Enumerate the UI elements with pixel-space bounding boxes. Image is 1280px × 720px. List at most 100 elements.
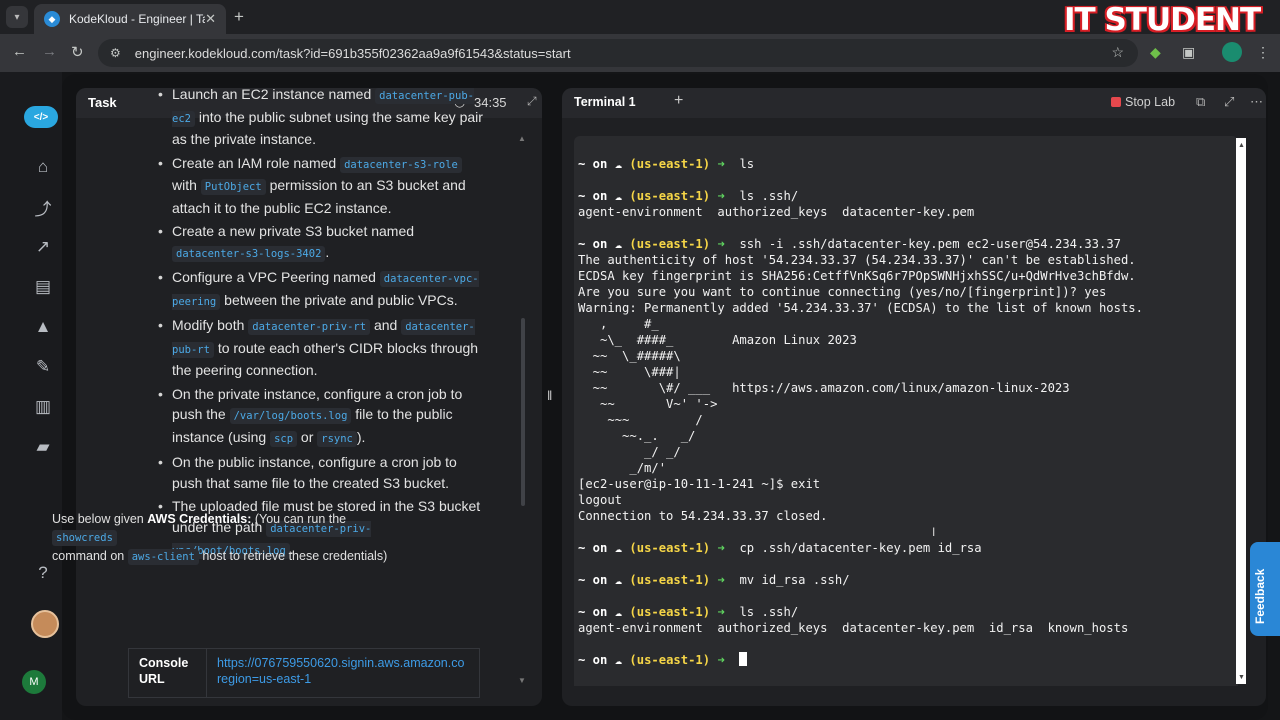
terminal-line: , #_ bbox=[578, 317, 659, 331]
task-text: with bbox=[172, 177, 201, 193]
extension-icon[interactable]: ◆ bbox=[1150, 44, 1161, 61]
user-initial-avatar[interactable]: M bbox=[22, 670, 46, 694]
tab-search-icon[interactable]: ▾ bbox=[6, 6, 28, 28]
terminal-line: logout bbox=[578, 493, 623, 507]
add-terminal-icon[interactable]: + bbox=[674, 92, 683, 110]
user-avatar[interactable] bbox=[31, 610, 59, 638]
prompt-region: (us-east-1) bbox=[629, 157, 711, 171]
extensions-puzzle-icon[interactable]: ▣ bbox=[1182, 44, 1195, 61]
terminal-screen[interactable]: ~ on ☁ (us-east-1) ➜ ls ~ on ☁ (us-east-1… bbox=[574, 136, 1238, 686]
terminal-scroll-down-icon[interactable]: ▼ bbox=[1238, 674, 1245, 681]
task-scroll-down-icon[interactable]: ▼ bbox=[518, 676, 526, 685]
terminal-scroll-up-icon[interactable]: ▲ bbox=[1238, 142, 1245, 149]
task-text: into the public subnet using the same ke… bbox=[172, 108, 483, 148]
notes-icon[interactable]: ✎ bbox=[30, 356, 56, 378]
task-item: Create a new private S3 bucket named dat… bbox=[128, 221, 488, 264]
browser-tab[interactable]: ◆ KodeKloud - Engineer | Task ✕ bbox=[34, 4, 226, 34]
terminal-line: ~~ V~' '-> bbox=[578, 397, 718, 411]
prompt-arrow-icon: ➜ bbox=[710, 605, 740, 619]
browser-menu-icon[interactable]: ⋮ bbox=[1256, 44, 1270, 61]
prompt-on: on bbox=[585, 573, 615, 587]
inline-code: rsync bbox=[317, 430, 357, 447]
terminal-command: ls bbox=[739, 157, 755, 171]
terminal-line: _/m/' bbox=[578, 461, 667, 475]
path-icon[interactable]: ⤴ bbox=[30, 196, 56, 219]
leaderboard-icon[interactable]: ▲ bbox=[30, 316, 56, 338]
more-options-icon[interactable]: ⋯ bbox=[1250, 94, 1263, 110]
home-icon[interactable]: ⌂ bbox=[30, 156, 56, 178]
bookmark-star-icon[interactable]: ☆ bbox=[1111, 44, 1124, 61]
inline-code: scp bbox=[270, 430, 298, 447]
terminal-output: ~ on ☁ (us-east-1) ➜ ls ~ on ☁ (us-east-1… bbox=[578, 156, 1143, 668]
browser-tabbar: ▾ ◆ KodeKloud - Engineer | Task ✕ + IT S… bbox=[0, 0, 1280, 38]
cloud-icon: ☁ bbox=[614, 541, 630, 555]
terminal-prompt-line: ~ on ☁ (us-east-1) ➜ ls bbox=[578, 156, 1143, 172]
task-scrollbar[interactable] bbox=[521, 318, 525, 506]
terminal-command: ls .ssh/ bbox=[739, 605, 799, 619]
terminal-line: ECDSA key fingerprint is SHA256:CetffVnK… bbox=[578, 269, 1136, 283]
prompt-arrow-icon: ➜ bbox=[710, 573, 740, 587]
prompt-on: on bbox=[585, 541, 615, 555]
task-scroll-up-icon[interactable]: ▲ bbox=[518, 134, 526, 143]
watermark-logo: IT STUDENT bbox=[1064, 2, 1261, 38]
terminal-scrollbar[interactable] bbox=[1236, 138, 1246, 684]
kodekloud-favicon-icon: ◆ bbox=[44, 11, 60, 27]
profile-avatar[interactable] bbox=[1222, 42, 1242, 62]
new-window-icon[interactable]: ⧉ bbox=[1196, 94, 1205, 110]
inline-code: datacenter-priv-rt bbox=[248, 319, 371, 335]
terminal-command: ssh -i .ssh/datacenter-key.pem ec2-user@… bbox=[739, 237, 1122, 251]
task-item: Configure a VPC Peering named datacenter… bbox=[128, 267, 488, 312]
reload-icon[interactable]: ↻ bbox=[71, 43, 84, 61]
task-text: and bbox=[370, 317, 402, 333]
forward-arrow-icon[interactable]: → bbox=[42, 43, 57, 60]
terminal-prompt-line: ~ on ☁ (us-east-1) ➜ ls .ssh/ bbox=[578, 604, 1143, 620]
terminal-cursor bbox=[739, 652, 748, 666]
task-text: On the public instance, configure a cron… bbox=[172, 454, 457, 491]
docs-book-icon[interactable]: ▥ bbox=[30, 396, 56, 418]
prompt-on: on bbox=[585, 157, 615, 171]
console-url-line2[interactable]: region=us-east-1 bbox=[217, 671, 464, 687]
terminal-line: ~~ \_#####\ bbox=[578, 349, 681, 363]
task-text: Launch an EC2 instance named bbox=[172, 88, 376, 102]
stop-lab-button[interactable]: Stop Lab bbox=[1125, 95, 1175, 109]
task-tab-title[interactable]: Task bbox=[88, 95, 117, 110]
prompt-region: (us-east-1) bbox=[629, 573, 711, 587]
site-info-icon[interactable]: ⚙ bbox=[110, 46, 121, 60]
url-text: engineer.kodekloud.com/task?id=691b355f0… bbox=[134, 45, 571, 61]
stop-square-icon[interactable] bbox=[1111, 97, 1121, 107]
terminal-line: Warning: Permanently added '54.234.33.37… bbox=[578, 301, 1143, 315]
task-text: Configure a VPC Peering named bbox=[172, 269, 380, 285]
feedback-button[interactable]: Feedback bbox=[1250, 542, 1280, 636]
labs-icon[interactable]: ▤ bbox=[30, 276, 56, 298]
terminal-tab[interactable]: Terminal 1 bbox=[574, 95, 636, 109]
terminal-prompt-line: ~ on ☁ (us-east-1) ➜ bbox=[578, 652, 1143, 668]
creds-bold: AWS Credentials: bbox=[147, 512, 252, 526]
panel-resize-handle[interactable]: ‖ bbox=[547, 388, 555, 404]
chat-icon[interactable]: ▰ bbox=[30, 436, 56, 458]
console-url-link[interactable]: https://076759550620.signin.aws.amazon.c… bbox=[207, 649, 474, 697]
expand-icon[interactable]: ⤢ bbox=[527, 94, 537, 109]
inline-code: /var/log/boots.log bbox=[229, 408, 352, 424]
task-item: Create an IAM role named datacenter-s3-r… bbox=[128, 153, 488, 219]
task-item: Modify both datacenter-priv-rt and datac… bbox=[128, 315, 488, 381]
prompt-region: (us-east-1) bbox=[629, 541, 711, 555]
terminal-line: ~~ \#/ ___ https://aws.amazon.com/linux/… bbox=[578, 381, 1070, 395]
address-bar[interactable]: ⚙ engineer.kodekloud.com/task?id=691b355… bbox=[98, 39, 1138, 67]
back-arrow-icon[interactable]: ← bbox=[12, 43, 27, 60]
creds-text-pre: Use below given bbox=[52, 512, 148, 526]
prompt-region: (us-east-1) bbox=[629, 189, 711, 203]
progress-icon[interactable]: ↗ bbox=[30, 236, 56, 258]
fullscreen-icon[interactable]: ⤢ bbox=[1224, 94, 1234, 110]
console-url-line1[interactable]: https://076759550620.signin.aws.amazon.c… bbox=[217, 655, 464, 671]
creds-text-post: (You can run the bbox=[251, 512, 347, 526]
tab-close-icon[interactable]: ✕ bbox=[205, 11, 216, 27]
kodekloud-logo-icon[interactable]: </> bbox=[24, 106, 58, 128]
inline-code: PutObject bbox=[200, 179, 266, 195]
left-rail: </> ⌂ ⤴ ↗ ▤ ▲ ✎ ▥ ▰ ? M bbox=[0, 72, 62, 720]
new-tab-icon[interactable]: + bbox=[234, 7, 244, 27]
prompt-arrow-icon: ➜ bbox=[710, 237, 740, 251]
prompt-on: on bbox=[585, 189, 615, 203]
